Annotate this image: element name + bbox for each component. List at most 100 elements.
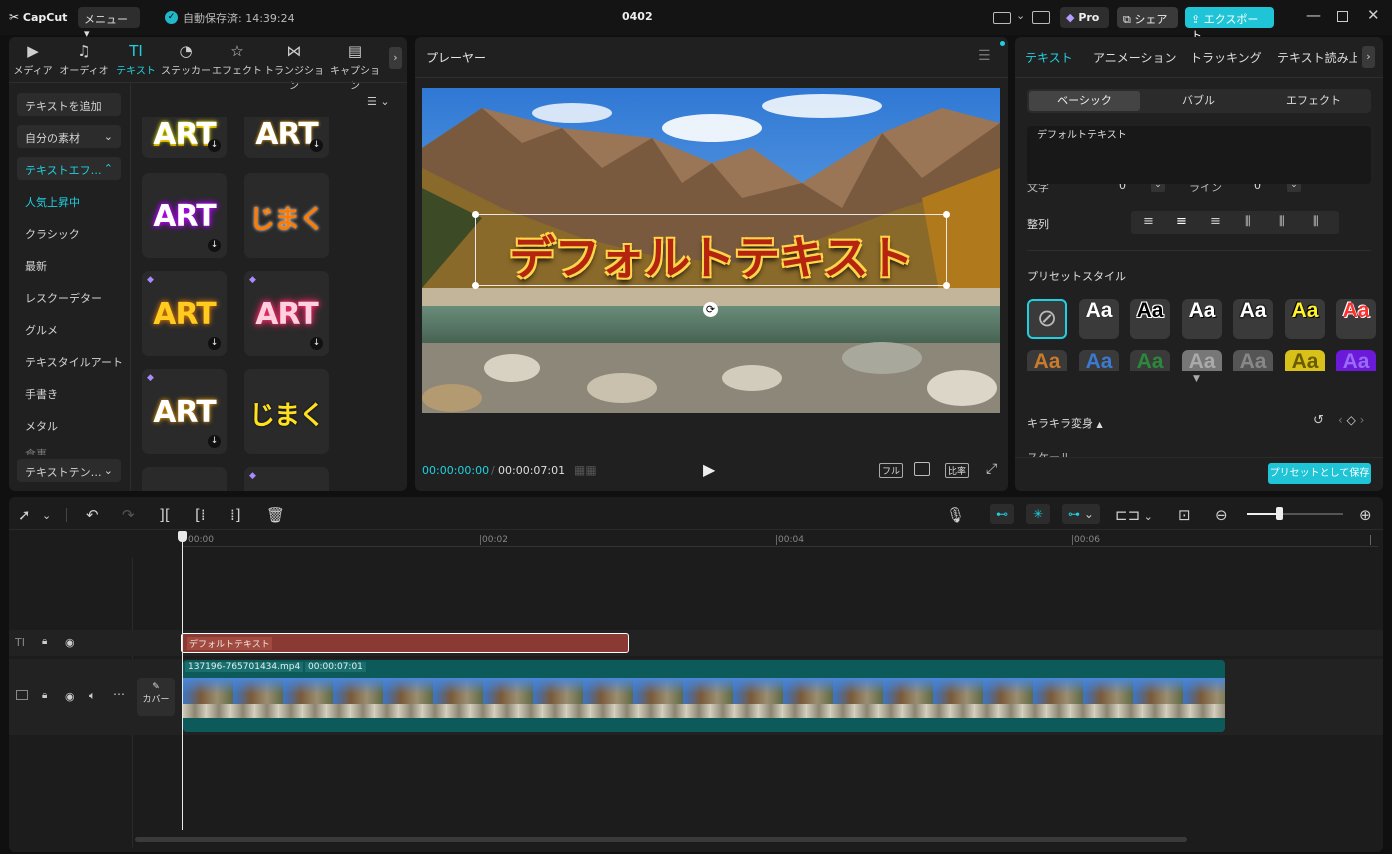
playhead-handle[interactable] [178, 531, 187, 542]
sidebar-item-latest[interactable]: 最新 [25, 258, 47, 274]
my-material-item[interactable]: 自分の素材 ⌄ [17, 125, 121, 148]
sidebar-item-textile[interactable]: テキスタイルアート [25, 354, 123, 370]
reset-icon[interactable]: ↺ [1313, 413, 1324, 428]
text-effect-thumb[interactable]: ART ↓ [142, 117, 227, 158]
sidebar-item-trending[interactable]: 人気上昇中 [25, 194, 80, 210]
char-stepper[interactable]: ⌄ [1151, 184, 1165, 192]
layout-dropdown-icon[interactable]: ⌄ [1016, 9, 1025, 22]
inspector-tabs-scroll[interactable]: › [1362, 46, 1375, 68]
text-content-input[interactable]: デフォルトテキスト [1027, 126, 1371, 184]
text-effect-thumb[interactable] [142, 467, 227, 491]
shortcut-icon[interactable] [1032, 11, 1050, 24]
align-right-icon[interactable]: ≡ [1210, 214, 1221, 229]
pro-button[interactable]: ◆ Pro [1060, 7, 1109, 28]
preset-style-11[interactable]: Aa [1233, 350, 1273, 371]
align-bottom-icon[interactable]: ⫼ [1313, 214, 1319, 229]
subtab-bubble[interactable]: バブル [1143, 91, 1254, 111]
preset-style-6[interactable]: Aa [1336, 299, 1376, 339]
cover-button[interactable]: ✎ カバー [137, 678, 175, 716]
tab-inspector-text[interactable]: テキスト [1025, 49, 1073, 66]
rotate-icon[interactable]: ⟳ [703, 302, 718, 317]
delete-icon[interactable]: 🗑 [266, 506, 285, 524]
play-button[interactable]: ▶ [703, 460, 715, 479]
preview-axis-icon[interactable]: ⊏⊐ ⌄ [1115, 506, 1153, 524]
subtab-effect[interactable]: エフェクト [1258, 91, 1369, 111]
text-effect-thumb[interactable]: じまく [244, 173, 329, 258]
close-button[interactable]: ✕ [1367, 6, 1380, 24]
auto-snap-icon[interactable]: ✳ [1026, 504, 1050, 524]
link-icon[interactable]: ⊶ ⌄ [1062, 504, 1100, 524]
text-effect-thumb[interactable]: じまく [244, 369, 329, 454]
more-icon[interactable]: ⋯ [113, 687, 125, 701]
tab-caption[interactable]: ▤ キャプション [327, 42, 383, 92]
audio-mute-icon[interactable]: 🔈︎ [89, 689, 96, 703]
tab-sticker[interactable]: ◔ ステッカー [158, 42, 214, 77]
preset-style-5[interactable]: Aa [1285, 299, 1325, 339]
ratio-button[interactable]: 比率 [945, 463, 970, 478]
layout-icon[interactable] [993, 12, 1011, 24]
text-effect-thumb[interactable]: ◆ ART ↓ [142, 271, 227, 356]
sparkle-label[interactable]: キラキラ変身 ▲ [1027, 415, 1103, 431]
align-middle-icon[interactable]: ⫼ [1279, 214, 1285, 229]
resize-handle[interactable] [472, 211, 479, 218]
split-right-icon[interactable]: ⁞] [230, 506, 241, 524]
sidebar-item-food[interactable]: 食事 [25, 446, 47, 455]
redo-icon[interactable]: ↷ [122, 506, 135, 524]
tab-effect[interactable]: ☆ エフェクト [209, 42, 265, 77]
sidebar-item-classic[interactable]: クラシック [25, 226, 80, 242]
undo-icon[interactable]: ↶ [86, 506, 99, 524]
align-top-icon[interactable]: ⫼ [1245, 214, 1251, 229]
align-left-icon[interactable]: ≡ [1143, 214, 1154, 229]
fullscreen-icon[interactable]: ⤢ [986, 461, 997, 477]
zoom-in-icon[interactable]: ⊕ [1359, 506, 1372, 524]
preset-style-8[interactable]: Aa [1079, 350, 1119, 371]
lock-icon[interactable]: 🔒︎ [42, 636, 47, 647]
filter-icon[interactable]: ☰ ⌄ [367, 95, 390, 108]
export-button[interactable]: ⇪ エクスポート [1185, 7, 1274, 42]
text-clip[interactable]: デフォルトテキスト [181, 633, 629, 653]
player-menu-icon[interactable]: ☰ [978, 48, 991, 64]
preset-style-2[interactable]: Aa [1130, 299, 1170, 339]
select-tool-icon[interactable]: ➚ [18, 506, 31, 524]
fit-screen-icon[interactable] [914, 462, 930, 476]
preset-style-10[interactable]: Aa [1182, 350, 1222, 371]
zoom-out-icon[interactable]: ⊖ [1215, 506, 1228, 524]
tab-media[interactable]: ▶ メディア [5, 42, 61, 77]
split-icon[interactable]: ][ [159, 506, 171, 524]
main-track-magnet-icon[interactable]: ⊷ [990, 504, 1014, 524]
zoom-fit-icon[interactable]: ⊡ [1178, 506, 1191, 524]
video-preview[interactable]: ⟳ デフォルトテキスト [422, 88, 1000, 413]
share-button[interactable]: ⧉ シェア [1117, 7, 1178, 28]
preset-style-12[interactable]: Aa [1285, 350, 1325, 371]
text-effects-item[interactable]: テキストエフ… ⌃ [17, 157, 121, 180]
eye-icon[interactable]: ◉ [65, 636, 75, 649]
preset-style-4[interactable]: Aa [1233, 299, 1273, 339]
maximize-button[interactable] [1337, 11, 1348, 22]
tab-text[interactable]: TI テキスト [108, 42, 164, 77]
text-effect-thumb[interactable]: ◆ [244, 467, 329, 491]
microphone-icon[interactable]: 🎙 [946, 506, 965, 524]
overlay-text[interactable]: デフォルトテキスト [475, 222, 947, 288]
sidebar-item-metal[interactable]: メタル [25, 418, 58, 434]
keyframe-nav[interactable]: ‹ ◇ › [1338, 413, 1364, 427]
text-effect-thumb[interactable]: ART ↓ [244, 117, 329, 158]
text-template-item[interactable]: テキストテン… ⌄ [17, 459, 121, 482]
text-effect-thumb[interactable]: ART ↓ [142, 173, 227, 258]
text-effect-thumb[interactable]: ◆ ART ↓ [244, 271, 329, 356]
sidebar-item-handwritten[interactable]: 手書き [25, 386, 58, 402]
full-quality-button[interactable]: フル [879, 463, 904, 478]
menu-button[interactable]: メニュー ▾ [78, 7, 140, 40]
char-spacing-value[interactable]: 0 [1119, 184, 1126, 192]
tab-inspector-animation[interactable]: アニメーション [1093, 49, 1177, 66]
zoom-slider-thumb[interactable] [1276, 507, 1283, 520]
timecode-grid-icon[interactable]: ▦▦ [574, 463, 597, 477]
resize-handle[interactable] [943, 211, 950, 218]
playhead[interactable] [182, 540, 183, 830]
expand-presets-icon[interactable]: ▼ [1193, 374, 1200, 384]
split-left-icon[interactable]: [⁞ [195, 506, 206, 524]
preset-style-1[interactable]: Aa [1079, 299, 1119, 339]
sidebar-item-coup[interactable]: レスクーデター [25, 290, 102, 306]
preset-style-7[interactable]: Aa [1027, 350, 1067, 371]
minimize-button[interactable]: — [1306, 6, 1321, 24]
eye-icon[interactable]: ◉ [65, 690, 75, 703]
